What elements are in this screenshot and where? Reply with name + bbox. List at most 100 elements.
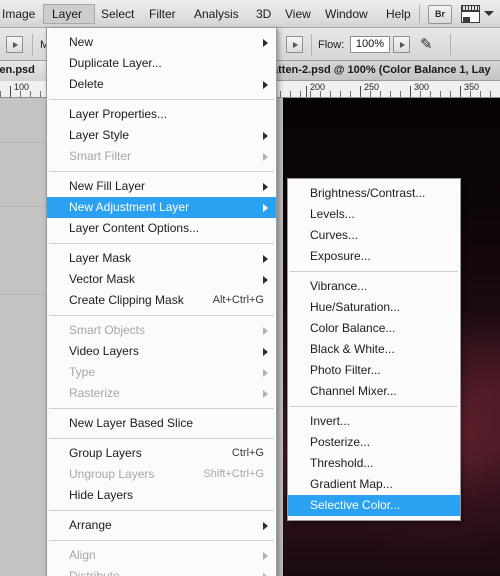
ruler-label: 300 (414, 82, 430, 92)
flow-stepper[interactable] (393, 36, 410, 53)
layer-menu-item-new-adjustment-layer[interactable]: New Adjustment Layer (47, 197, 276, 218)
menu-separator (49, 315, 274, 316)
menu-item-label: Gradient Map... (310, 477, 393, 491)
menu-item-label: Align (69, 548, 96, 562)
menubar-item-window[interactable]: Window (317, 4, 376, 24)
adjustment-menu-item-color-balance[interactable]: Color Balance... (288, 318, 460, 339)
layer-menu-item-smart-filter: Smart Filter (47, 146, 276, 167)
menu-item-label: Delete (69, 77, 104, 91)
layer-menu-item-type: Type (47, 362, 276, 383)
menubar-item-select[interactable]: Select (93, 4, 142, 24)
adjustment-menu-item-selective-color[interactable]: Selective Color... (288, 495, 460, 516)
menu-item-label: Rasterize (69, 386, 120, 400)
layer-menu-item-new[interactable]: New (47, 32, 276, 53)
chevron-down-icon[interactable] (484, 11, 494, 16)
layer-menu-item-video-layers[interactable]: Video Layers (47, 341, 276, 362)
layer-menu-item-layer-content-options[interactable]: Layer Content Options... (47, 218, 276, 239)
ruler-label: 350 (464, 82, 480, 92)
menubar-item-help[interactable]: Help (378, 4, 419, 24)
menu-separator (49, 510, 274, 511)
submenu-arrow-icon (263, 522, 268, 530)
submenu-arrow-icon (263, 153, 268, 161)
ruler-major-tick (10, 86, 11, 97)
document-tab-left-label: atten.psd (0, 64, 35, 76)
options-divider (450, 34, 451, 56)
flow-input[interactable]: 100% (350, 36, 390, 53)
adjustment-menu-item-brightness-contrast[interactable]: Brightness/Contrast... (288, 183, 460, 204)
menu-item-label: Selective Color... (310, 498, 401, 512)
menu-separator (49, 99, 274, 100)
submenu-arrow-icon (263, 348, 268, 356)
menu-item-label: Hide Layers (69, 488, 134, 502)
adjustment-menu-item-posterize[interactable]: Posterize... (288, 432, 460, 453)
menubar-item-view[interactable]: View (277, 4, 319, 24)
menu-item-label: Hue/Saturation... (310, 300, 401, 314)
menu-item-shortcut: Shift+Ctrl+G (203, 468, 264, 480)
adjustment-menu-item-exposure[interactable]: Exposure... (288, 246, 460, 267)
layer-menu-item-vector-mask[interactable]: Vector Mask (47, 269, 276, 290)
menu-item-label: Layer Properties... (69, 107, 168, 121)
menu-separator (49, 243, 274, 244)
airbrush-icon[interactable]: ✎ (420, 35, 433, 53)
layer-menu-item-delete[interactable]: Delete (47, 74, 276, 95)
menu-item-label: Smart Objects (69, 323, 146, 337)
adjustment-menu-item-hue-saturation[interactable]: Hue/Saturation... (288, 297, 460, 318)
submenu-arrow-icon (263, 204, 268, 212)
menubar-item-analysis[interactable]: Analysis (186, 4, 247, 24)
tool-preset-popup[interactable] (6, 36, 23, 53)
layer-menu-item-group-layers[interactable]: Group Layers Ctrl+G (47, 443, 276, 464)
layer-menu-item-layer-style[interactable]: Layer Style (47, 125, 276, 146)
menu-separator (290, 406, 458, 407)
layer-menu-item-hide-layers[interactable]: Hide Layers (47, 485, 276, 506)
brush-popup-button[interactable] (286, 36, 303, 53)
submenu-arrow-icon (263, 183, 268, 191)
submenu-arrow-icon (263, 81, 268, 89)
photoshop-window: 🐚 eNet.com.cn 100 200 250 300 350 atten.… (0, 0, 500, 576)
menu-separator (49, 171, 274, 172)
layer-menu-item-new-layer-based-slice[interactable]: New Layer Based Slice (47, 413, 276, 434)
panel-divider (0, 206, 46, 207)
adjustment-menu-item-black-white[interactable]: Black & White... (288, 339, 460, 360)
layer-menu-item-duplicate-layer[interactable]: Duplicate Layer... (47, 53, 276, 74)
adjustment-menu-item-channel-mixer[interactable]: Channel Mixer... (288, 381, 460, 402)
ruler-major-tick (306, 86, 307, 97)
menu-item-label: Layer Content Options... (69, 221, 200, 235)
adjustment-menu-item-curves[interactable]: Curves... (288, 225, 460, 246)
menu-item-label: Type (69, 365, 96, 379)
menubar-divider (419, 5, 420, 23)
menubar-item-3d[interactable]: 3D (248, 4, 279, 24)
menubar-item-filter[interactable]: Filter (141, 4, 184, 24)
bridge-button[interactable]: Br (428, 5, 452, 24)
menu-item-label: Levels... (310, 207, 355, 221)
menu-item-label: Vector Mask (69, 272, 136, 286)
adjustment-menu-item-gradient-map[interactable]: Gradient Map... (288, 474, 460, 495)
new-adjustment-layer-submenu[interactable]: Brightness/Contrast... Levels... Curves...… (287, 178, 461, 521)
layer-menu-item-create-clipping-mask[interactable]: Create Clipping Mask Alt+Ctrl+G (47, 290, 276, 311)
adjustment-menu-item-vibrance[interactable]: Vibrance... (288, 276, 460, 297)
options-divider (311, 34, 312, 56)
layer-menu[interactable]: New Duplicate Layer... Delete Layer Propert… (46, 27, 277, 576)
adjustment-menu-item-levels[interactable]: Levels... (288, 204, 460, 225)
layer-menu-item-new-fill-layer[interactable]: New Fill Layer (47, 176, 276, 197)
submenu-arrow-icon (263, 132, 268, 140)
menu-item-label: Smart Filter (69, 149, 132, 163)
left-panel-strip (0, 98, 46, 576)
menu-item-label: New Fill Layer (69, 179, 146, 193)
layer-menu-item-arrange[interactable]: Arrange (47, 515, 276, 536)
ruler-major-tick (460, 86, 461, 97)
layer-menu-item-distribute: Distribute (47, 566, 276, 576)
layer-menu-item-smart-objects: Smart Objects (47, 320, 276, 341)
ruler-label: 200 (310, 82, 326, 92)
menu-item-label: Layer Mask (69, 251, 132, 265)
menubar-item-layer[interactable]: Layer (43, 4, 95, 24)
layer-menu-item-layer-properties[interactable]: Layer Properties... (47, 104, 276, 125)
adjustment-menu-item-invert[interactable]: Invert... (288, 411, 460, 432)
submenu-arrow-icon (263, 276, 268, 284)
menu-item-label: Vibrance... (310, 279, 368, 293)
adjustment-menu-item-threshold[interactable]: Threshold... (288, 453, 460, 474)
menubar-item-image[interactable]: Image (0, 4, 43, 24)
layer-menu-item-layer-mask[interactable]: Layer Mask (47, 248, 276, 269)
adjustment-menu-item-photo-filter[interactable]: Photo Filter... (288, 360, 460, 381)
arrange-documents-icon[interactable] (461, 5, 480, 23)
document-title: atten-2.psd @ 100% (Color Balance 1, Lay (272, 64, 491, 76)
